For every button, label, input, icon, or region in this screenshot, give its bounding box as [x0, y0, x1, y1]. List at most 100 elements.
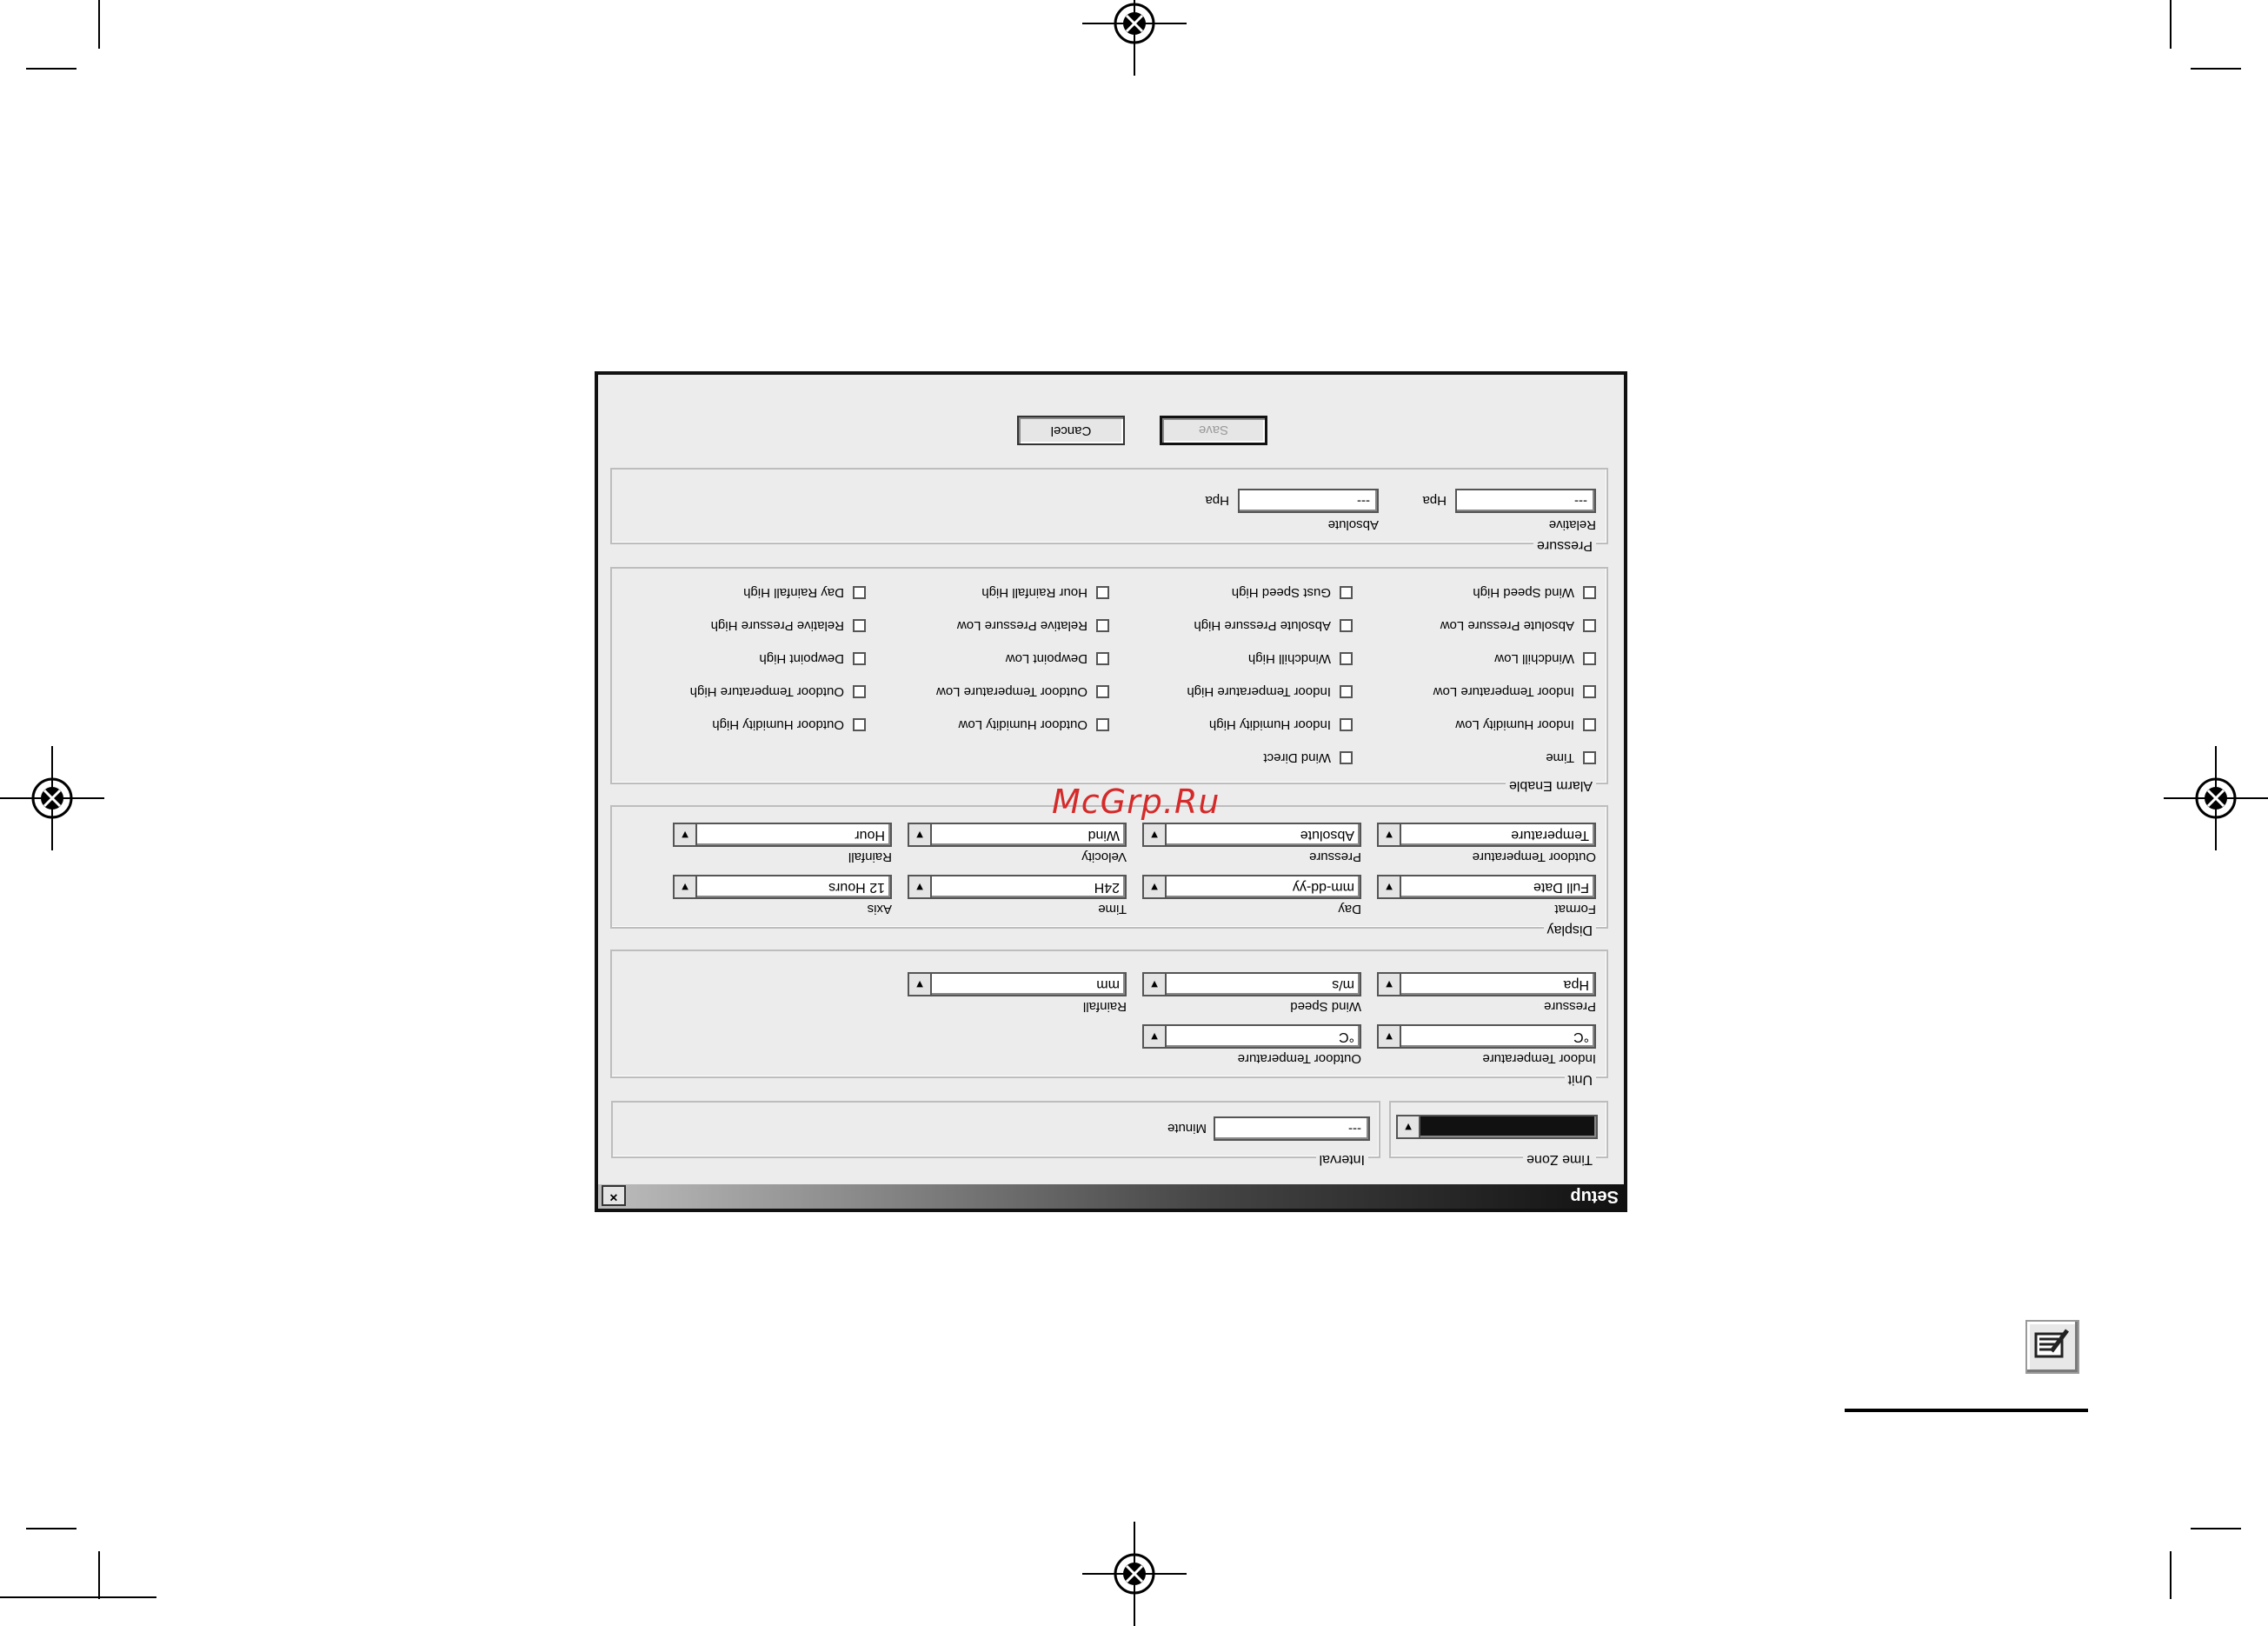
velocity-select[interactable]: Wind ▼	[908, 823, 1127, 847]
alarm-checkbox[interactable]: Relative Pressure Low	[957, 618, 1109, 633]
time-zone-group: Time Zone ▼	[1389, 1101, 1608, 1167]
checkbox-box[interactable]	[1583, 751, 1596, 764]
pressure-unit-label: Pressure	[1543, 999, 1596, 1014]
time-format-select[interactable]: 24H ▼	[908, 875, 1127, 899]
checkbox-box[interactable]	[853, 652, 866, 665]
time-zone-select[interactable]: ▼	[1396, 1115, 1598, 1139]
checkbox-box[interactable]	[1096, 619, 1109, 632]
alarm-checkbox[interactable]: Windchill Low	[1494, 651, 1596, 666]
alarm-checkbox[interactable]: Indoor Humidity High	[1209, 717, 1353, 732]
checkbox-box[interactable]	[853, 619, 866, 632]
chevron-down-icon[interactable]: ▼	[1379, 974, 1401, 995]
alarm-checkbox[interactable]: Indoor Temperature Low	[1433, 684, 1596, 699]
alarm-checkbox-label: Outdoor Humidity High	[712, 717, 844, 732]
alarm-checkbox[interactable]: Dewpoint High	[759, 651, 866, 666]
checkbox-box[interactable]	[853, 586, 866, 599]
display-outdoor-temperature-select[interactable]: Temperature ▼	[1377, 823, 1596, 847]
alarm-checkbox[interactable]: Outdoor Temperature High	[690, 684, 866, 699]
checkbox-box[interactable]	[1340, 652, 1353, 665]
axis-select[interactable]: 12 Hours ▼	[673, 875, 892, 899]
watermark-text: McGrp.Ru	[1052, 783, 1220, 821]
chevron-down-icon[interactable]: ▼	[1144, 876, 1167, 897]
checkbox-box[interactable]	[853, 718, 866, 731]
alarm-checkbox[interactable]: Relative Pressure High	[711, 618, 866, 633]
alarm-checkbox-label: Outdoor Humidity Low	[958, 717, 1087, 732]
chevron-down-icon[interactable]: ▼	[1144, 1026, 1167, 1047]
interval-input[interactable]: ---	[1214, 1116, 1370, 1141]
indoor-temperature-unit-select[interactable]: °C ▼	[1377, 1024, 1596, 1049]
alarm-checkbox[interactable]: Indoor Temperature High	[1187, 684, 1353, 699]
alarm-checkbox[interactable]: Gust Speed High	[1232, 585, 1353, 600]
save-button[interactable]: Save	[1160, 416, 1267, 445]
rainfall-unit-select[interactable]: mm ▼	[908, 972, 1127, 996]
alarm-checkbox[interactable]: Time	[1546, 750, 1596, 765]
cancel-button[interactable]: Cancel	[1017, 416, 1125, 445]
display-pressure-select[interactable]: Absolute ▼	[1142, 823, 1361, 847]
outdoor-temperature-unit-value: °C	[1339, 1030, 1354, 1044]
alarm-checkbox[interactable]: Absolute Pressure Low	[1440, 618, 1596, 633]
checkbox-box[interactable]	[1583, 685, 1596, 698]
pressure-unit-select[interactable]: Hpa ▼	[1377, 972, 1596, 996]
chevron-down-icon[interactable]: ▼	[1379, 824, 1401, 845]
wind-speed-unit-value: m/s	[1332, 977, 1354, 992]
chevron-down-icon[interactable]: ▼	[909, 974, 932, 995]
relative-pressure-input[interactable]: ---	[1455, 489, 1596, 513]
close-button[interactable]: ×	[602, 1185, 626, 1206]
absolute-pressure-input[interactable]: ---	[1238, 489, 1379, 513]
checkbox-box[interactable]	[1340, 718, 1353, 731]
checkbox-box[interactable]	[1340, 619, 1353, 632]
crop-mark	[26, 68, 76, 70]
checkbox-box[interactable]	[1096, 685, 1109, 698]
interval-group: Interval --- Minute	[611, 1101, 1380, 1167]
alarm-checkbox[interactable]: Absolute Pressure High	[1194, 618, 1353, 633]
checkbox-box[interactable]	[1340, 751, 1353, 764]
checkbox-box[interactable]	[1340, 685, 1353, 698]
alarm-checkbox[interactable]: Wind Speed High	[1473, 585, 1596, 600]
chevron-down-icon[interactable]: ▼	[1144, 974, 1167, 995]
chevron-down-icon[interactable]: ▼	[1398, 1116, 1420, 1137]
chevron-down-icon[interactable]: ▼	[675, 876, 697, 897]
alarm-checkbox[interactable]: Dewpoint Low	[1006, 651, 1109, 666]
checkbox-box[interactable]	[1096, 652, 1109, 665]
checkbox-box[interactable]	[1583, 619, 1596, 632]
alarm-checkbox[interactable]: Outdoor Humidity Low	[959, 717, 1109, 732]
checkbox-box[interactable]	[1096, 586, 1109, 599]
alarm-checkbox[interactable]: Day Rainfall High	[743, 585, 866, 600]
interval-legend: Interval	[1315, 1151, 1368, 1167]
day-format-select[interactable]: mm-dd-yy ▼	[1142, 875, 1361, 899]
checkbox-box[interactable]	[1583, 652, 1596, 665]
time-label: Time	[1098, 902, 1127, 916]
rainfall-unit-label: Rainfall	[1082, 999, 1127, 1014]
checkbox-box[interactable]	[1583, 718, 1596, 731]
checkbox-box[interactable]	[853, 685, 866, 698]
format-label: Format	[1554, 902, 1596, 916]
chevron-down-icon[interactable]: ▼	[1144, 824, 1167, 845]
pressure-unit-value: Hpa	[1563, 977, 1589, 992]
chevron-down-icon[interactable]: ▼	[1379, 876, 1401, 897]
chevron-down-icon[interactable]: ▼	[909, 876, 932, 897]
registration-target-icon	[0, 746, 104, 850]
alarm-checkbox-label: Wind Direct	[1263, 750, 1331, 765]
alarm-checkbox[interactable]: Wind Direct	[1263, 750, 1353, 765]
alarm-checkbox[interactable]: Outdoor Temperature Low	[936, 684, 1109, 699]
checkbox-box[interactable]	[1583, 586, 1596, 599]
alarm-checkbox[interactable]: Indoor Humidity Low	[1455, 717, 1596, 732]
interval-unit-label: Minute	[1167, 1121, 1207, 1136]
checkbox-box[interactable]	[1096, 718, 1109, 731]
crop-mark	[2170, 0, 2172, 49]
chevron-down-icon[interactable]: ▼	[675, 824, 697, 845]
alarm-checkbox[interactable]: Windchill High	[1248, 651, 1353, 666]
chevron-down-icon[interactable]: ▼	[1379, 1026, 1401, 1047]
display-rainfall-select[interactable]: Hour ▼	[673, 823, 892, 847]
alarm-checkbox-label: Absolute Pressure Low	[1440, 618, 1574, 633]
format-select[interactable]: Full Date ▼	[1377, 875, 1596, 899]
alarm-checkbox-label: Relative Pressure Low	[956, 618, 1087, 633]
indoor-temperature-unit-value: °C	[1573, 1030, 1589, 1044]
day-label: Day	[1338, 902, 1361, 916]
chevron-down-icon[interactable]: ▼	[909, 824, 932, 845]
alarm-checkbox[interactable]: Hour Rainfall High	[981, 585, 1109, 600]
outdoor-temperature-unit-select[interactable]: °C ▼	[1142, 1024, 1361, 1049]
checkbox-box[interactable]	[1340, 586, 1353, 599]
alarm-checkbox[interactable]: Outdoor Humidity High	[712, 717, 866, 732]
wind-speed-unit-select[interactable]: m/s ▼	[1142, 972, 1361, 996]
